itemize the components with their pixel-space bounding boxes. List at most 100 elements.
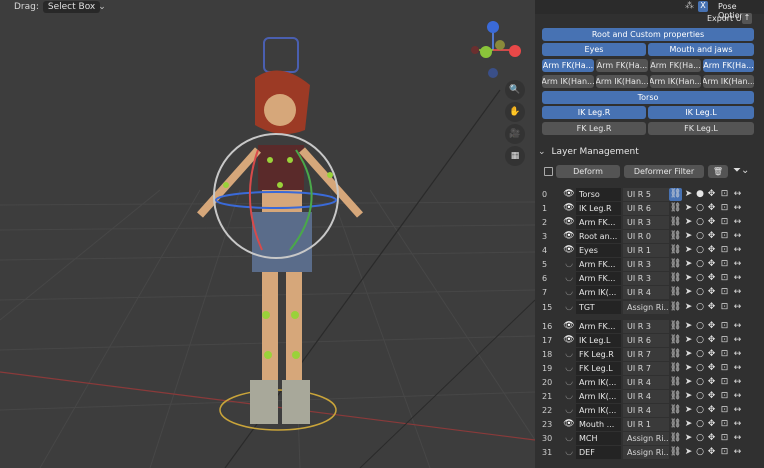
eye-closed-icon[interactable]: ◡ xyxy=(562,286,576,299)
cursor-icon[interactable]: ➤ xyxy=(682,272,695,285)
drag-mode-dropdown[interactable]: Select Box xyxy=(42,1,101,13)
layer-row[interactable]: 1 👁 IK Leg.R UI R 6 ⛓ ➤ ○ ✥ ⊡ ↔ xyxy=(538,201,762,215)
lock-icon[interactable]: ⊡ xyxy=(718,320,731,333)
link-icon[interactable]: ⛓ xyxy=(669,390,682,403)
layer-ui-row[interactable]: Assign Ri... xyxy=(623,445,669,459)
bone-icon[interactable]: ✥ xyxy=(705,404,718,417)
export-icon[interactable]: ↑ xyxy=(742,13,752,24)
arrows-icon[interactable]: ↔ xyxy=(731,446,744,459)
arm-fk-button-2[interactable]: Arm FK(Ha... xyxy=(596,59,648,72)
layer-ui-row[interactable]: UI R 4 xyxy=(623,389,669,403)
eye-icon[interactable]: 👁 xyxy=(562,230,576,243)
layer-name-field[interactable]: MCH xyxy=(576,431,621,445)
bone-icon[interactable]: ✥ xyxy=(705,376,718,389)
layer-row[interactable]: 30 ◡ MCH Assign Ri... ⛓ ➤ ○ ✥ ⊡ ↔ xyxy=(538,431,762,445)
arrows-icon[interactable]: ↔ xyxy=(731,348,744,361)
layer-name-field[interactable]: Arm FK... xyxy=(576,271,621,285)
eye-icon[interactable]: 👁 xyxy=(562,334,576,347)
arm-ik-button-3[interactable]: Arm IK(Han... xyxy=(650,75,701,88)
camera-icon[interactable]: 🎥 xyxy=(505,124,525,144)
lock-icon[interactable]: ⊡ xyxy=(718,334,731,347)
layer-name-field[interactable]: Mouth ... xyxy=(576,417,621,431)
eye-icon[interactable]: 👁 xyxy=(562,418,576,431)
arm-ik-button-2[interactable]: Arm IK(Han... xyxy=(596,75,648,88)
layer-row[interactable]: 2 👁 Arm FK... UI R 3 ⛓ ➤ ○ ✥ ⊡ ↔ xyxy=(538,215,762,229)
layer-row[interactable]: 5 ◡ Arm FK... UI R 3 ⛓ ➤ ○ ✥ ⊡ ↔ xyxy=(538,257,762,271)
link-icon[interactable]: ⛓ xyxy=(669,258,682,271)
bone-icon[interactable]: ✥ xyxy=(705,202,718,215)
cursor-icon[interactable]: ➤ xyxy=(682,320,695,333)
eye-closed-icon[interactable]: ◡ xyxy=(562,404,576,417)
lock-icon[interactable]: ⊡ xyxy=(718,432,731,445)
dot-icon[interactable]: ○ xyxy=(695,404,705,417)
ik-leg-l-button[interactable]: IK Leg.L xyxy=(648,106,754,119)
eye-icon[interactable]: 👁 xyxy=(562,202,576,215)
dot-icon[interactable]: ○ xyxy=(695,334,705,347)
dot-icon[interactable]: ○ xyxy=(695,230,705,243)
lock-icon[interactable]: ⊡ xyxy=(718,202,731,215)
dot-icon[interactable]: ○ xyxy=(695,446,705,459)
eye-icon[interactable]: 👁 xyxy=(562,320,576,333)
arm-ik-button-4[interactable]: Arm IK(Han... xyxy=(703,75,754,88)
eye-closed-icon[interactable]: ◡ xyxy=(562,272,576,285)
layer-name-field[interactable]: FK Leg.R xyxy=(576,347,621,361)
layer-name-field[interactable]: Arm FK... xyxy=(576,319,621,333)
bone-icon[interactable]: ✥ xyxy=(705,432,718,445)
cursor-icon[interactable]: ➤ xyxy=(682,390,695,403)
cursor-icon[interactable]: ➤ xyxy=(682,286,695,299)
layer-name-field[interactable]: IK Leg.R xyxy=(576,201,621,215)
link-icon[interactable]: ⛓ xyxy=(669,376,682,389)
link-icon[interactable]: ⛓ xyxy=(669,334,682,347)
lock-icon[interactable]: ⊡ xyxy=(718,272,731,285)
layer-ui-row[interactable]: UI R 1 xyxy=(623,243,669,257)
arrows-icon[interactable]: ↔ xyxy=(731,390,744,403)
layer-name-field[interactable]: DEF xyxy=(576,445,621,459)
cursor-icon[interactable]: ➤ xyxy=(682,230,695,243)
arrows-icon[interactable]: ↔ xyxy=(731,334,744,347)
bone-icon[interactable]: ✥ xyxy=(705,230,718,243)
link-icon[interactable]: ⛓ xyxy=(669,432,682,445)
layer-name-field[interactable]: Arm IK(... xyxy=(576,403,621,417)
layer-row[interactable]: 4 👁 Eyes UI R 1 ⛓ ➤ ○ ✥ ⊡ ↔ xyxy=(538,243,762,257)
layer-row[interactable]: 18 ◡ FK Leg.R UI R 7 ⛓ ➤ ○ ✥ ⊡ ↔ xyxy=(538,347,762,361)
layer-name-field[interactable]: TGT xyxy=(576,300,621,314)
cursor-icon[interactable]: ➤ xyxy=(682,301,695,314)
cursor-icon[interactable]: ➤ xyxy=(682,244,695,257)
bone-icon[interactable]: ✥ xyxy=(705,244,718,257)
bone-icon[interactable]: ✥ xyxy=(705,216,718,229)
arrows-icon[interactable]: ↔ xyxy=(731,202,744,215)
arrows-icon[interactable]: ↔ xyxy=(731,258,744,271)
link-icon[interactable]: ⛓ xyxy=(669,362,682,375)
link-icon[interactable]: ⛓ xyxy=(669,348,682,361)
arm-fk-button-1[interactable]: Arm FK(Ha... xyxy=(542,59,594,72)
bone-icon[interactable]: ✥ xyxy=(705,362,718,375)
layer-row[interactable]: 17 👁 IK Leg.L UI R 6 ⛓ ➤ ○ ✥ ⊡ ↔ xyxy=(538,333,762,347)
layer-row[interactable]: 20 ◡ Arm IK(... UI R 4 ⛓ ➤ ○ ✥ ⊡ ↔ xyxy=(538,375,762,389)
lock-icon[interactable]: ⊡ xyxy=(718,258,731,271)
dot-icon[interactable]: ○ xyxy=(695,320,705,333)
eye-closed-icon[interactable]: ◡ xyxy=(562,258,576,271)
ik-leg-r-button[interactable]: IK Leg.R xyxy=(542,106,646,119)
lock-icon[interactable]: ⊡ xyxy=(718,286,731,299)
cursor-icon[interactable]: ➤ xyxy=(682,432,695,445)
lock-icon[interactable]: ⊡ xyxy=(718,418,731,431)
eye-icon[interactable]: 👁 xyxy=(562,216,576,229)
bone-icon[interactable]: ✥ xyxy=(705,446,718,459)
layer-ui-row[interactable]: UI R 7 xyxy=(623,361,669,375)
cursor-icon[interactable]: ➤ xyxy=(682,334,695,347)
dot-icon[interactable]: ○ xyxy=(695,432,705,445)
layer-ui-row[interactable]: Assign Ri... xyxy=(623,300,669,314)
layer-name-field[interactable]: Arm IK(... xyxy=(576,389,621,403)
layer-ui-row[interactable]: UI R 5 xyxy=(623,187,669,201)
grid-view-icon[interactable]: ▦ xyxy=(505,146,525,166)
eye-closed-icon[interactable]: ◡ xyxy=(562,362,576,375)
layer-name-field[interactable]: FK Leg.L xyxy=(576,361,621,375)
link-icon[interactable]: ⛓ xyxy=(669,230,682,243)
lock-icon[interactable]: ⊡ xyxy=(718,230,731,243)
lock-icon[interactable]: ⊡ xyxy=(718,446,731,459)
eye-closed-icon[interactable]: ◡ xyxy=(562,390,576,403)
cursor-icon[interactable]: ➤ xyxy=(682,362,695,375)
layer-ui-row[interactable]: UI R 7 xyxy=(623,347,669,361)
3d-viewport[interactable]: Drag: Select Box ⌄ 🔍 ✋ 🎥 ▦ xyxy=(0,0,535,468)
eyes-button[interactable]: Eyes xyxy=(542,43,646,56)
